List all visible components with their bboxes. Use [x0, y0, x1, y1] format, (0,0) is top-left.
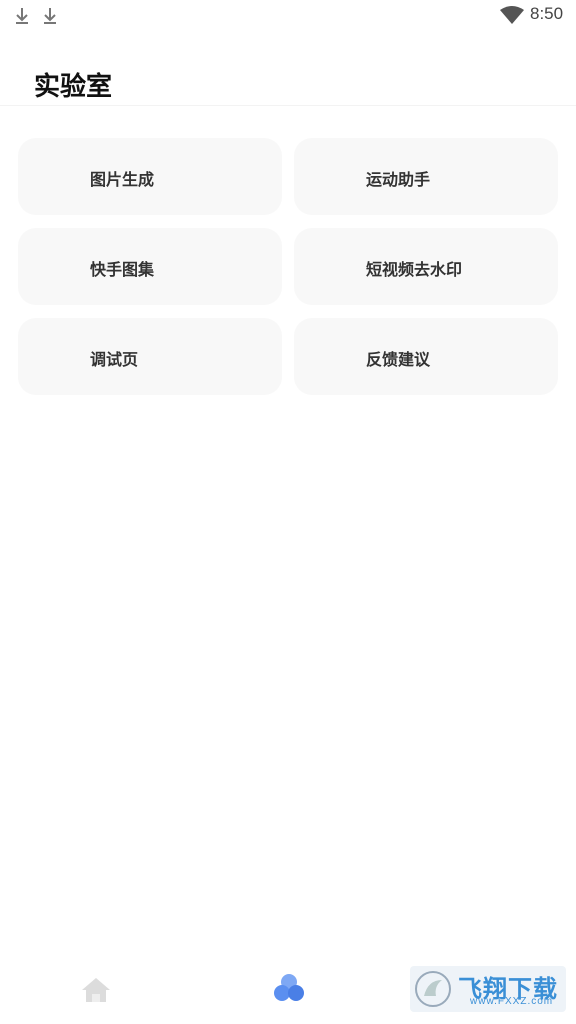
lab-circles-icon	[274, 974, 304, 1001]
watermark: 飞翔下载 www.FXXZ.com	[410, 966, 566, 1012]
card-label: 短视频去水印	[366, 260, 463, 279]
tab-lab[interactable]	[228, 954, 348, 1024]
watermark-sub: www.FXXZ.com	[470, 996, 554, 1007]
download-icon	[16, 8, 28, 24]
page-header: 实验室	[0, 60, 576, 106]
status-time: 8:50	[530, 4, 564, 23]
feature-grid: 图片生成 运动助手 快手图集 短视频去水印 调试页 反馈建议	[18, 138, 558, 395]
tab-home[interactable]	[36, 954, 156, 1024]
home-icon	[82, 978, 110, 1002]
card-label: 快手图集	[90, 260, 155, 279]
page-title: 实验室	[34, 72, 113, 102]
download-icon	[44, 8, 56, 24]
card-label: 调试页	[90, 350, 139, 369]
card-remove-watermark[interactable]: 短视频去水印	[294, 228, 558, 305]
card-label: 图片生成	[90, 170, 155, 189]
card-label: 反馈建议	[366, 350, 431, 369]
wifi-icon	[500, 6, 524, 24]
status-bar: 8:50	[0, 0, 576, 32]
card-feedback[interactable]: 反馈建议	[294, 318, 558, 395]
card-kuaishou-gallery[interactable]: 快手图集	[18, 228, 282, 305]
card-sport-assistant[interactable]: 运动助手	[294, 138, 558, 215]
card-image-generation[interactable]: 图片生成	[18, 138, 282, 215]
card-label: 运动助手	[366, 170, 431, 189]
watermark-logo-icon	[415, 971, 451, 1007]
card-debug-page[interactable]: 调试页	[18, 318, 282, 395]
